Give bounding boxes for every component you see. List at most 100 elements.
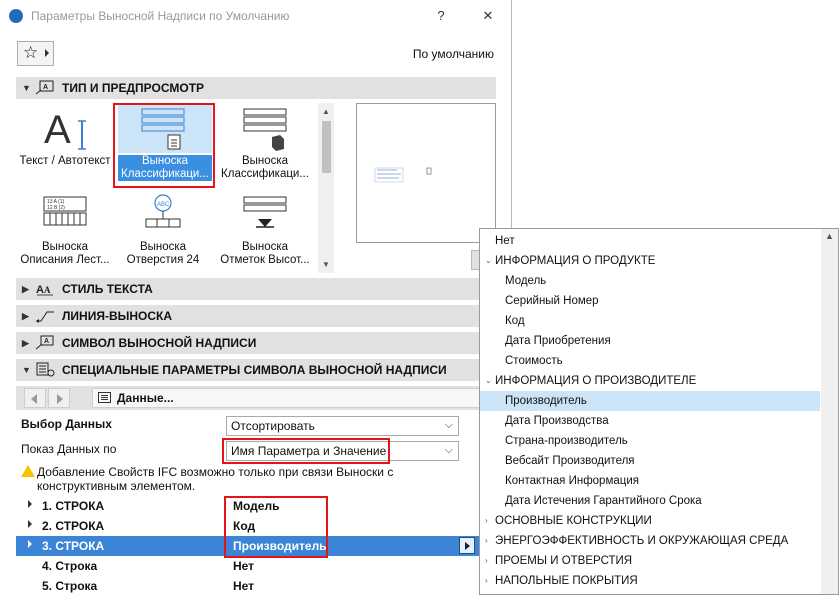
gallery-item-classification-label[interactable]: Выноска Классификаци... bbox=[114, 103, 212, 187]
menu-group[interactable]: ⌄ ИНФОРМАЦИЯ О ПРОИЗВОДИТЕЛЕ bbox=[480, 371, 820, 391]
preview-drawing bbox=[374, 167, 432, 183]
show-by-label: Показ Данных по bbox=[21, 442, 117, 456]
menu-group[interactable]: › НАПОЛЬНЫЕ ПОКРЫТИЯ bbox=[480, 571, 820, 591]
close-button[interactable]: ✕ bbox=[478, 6, 498, 26]
menu-item[interactable]: Нет bbox=[480, 231, 820, 251]
chevron-right-icon: ▶ bbox=[22, 311, 29, 321]
menu-group[interactable]: › ПРОЕМЫ И ОТВЕРСТИЯ bbox=[480, 551, 820, 571]
default-label: По умолчанию bbox=[412, 47, 494, 61]
gallery-item-label: Выноска Отверстия 24 bbox=[126, 241, 200, 266]
gallery-item-text-autotext[interactable]: A Текст / Автотекст bbox=[16, 103, 114, 187]
special-parameters-icon bbox=[36, 362, 55, 377]
chevron-down-icon: ▼ bbox=[22, 365, 31, 375]
chevron-right-icon: ▶ bbox=[22, 284, 29, 294]
chevron-down-icon: ⌄ bbox=[485, 256, 492, 265]
label-type-icon: A bbox=[35, 80, 54, 95]
menu-item[interactable]: Дата Производства bbox=[480, 411, 820, 431]
chevron-right-icon: › bbox=[485, 556, 488, 565]
menu-item[interactable]: Серийный Номер bbox=[480, 291, 820, 311]
menu-group[interactable]: › ОСНОВНЫЕ КОНСТРУКЦИИ bbox=[480, 511, 820, 531]
section-text-style[interactable]: ▶ A A СТИЛЬ ТЕКСТА bbox=[16, 278, 496, 300]
svg-text:ABC: ABC bbox=[157, 202, 170, 208]
table-row-selected[interactable]: 3. СТРОКА Производитель bbox=[16, 536, 496, 556]
arrow-left-icon bbox=[31, 394, 37, 404]
opening-symbol-icon: ABC bbox=[145, 194, 181, 228]
label-type-gallery: A Текст / Автотекст Выноска Классификаци… bbox=[16, 103, 334, 273]
table-row[interactable]: 1. СТРОКА Модель bbox=[16, 496, 496, 516]
gallery-item-label: Выноска Классификаци... bbox=[118, 155, 212, 181]
text-style-icon: A A bbox=[36, 284, 53, 296]
table-row[interactable]: 2. СТРОКА Код bbox=[16, 516, 496, 536]
back-button[interactable] bbox=[24, 388, 46, 408]
gallery-item-label: Выноска Классификаци... bbox=[221, 155, 309, 180]
gallery-scrollbar[interactable]: ▲ ▼ bbox=[318, 103, 334, 273]
menu-item[interactable]: Страна-производитель bbox=[480, 431, 820, 451]
chevron-right-icon[interactable] bbox=[28, 540, 32, 548]
section-label: СИМВОЛ ВЫНОСНОЙ НАДПИСИ bbox=[62, 336, 257, 350]
warning-icon bbox=[21, 465, 35, 477]
parameter-dropdown-menu: Нет ⌄ ИНФОРМАЦИЯ О ПРОДУКТЕ Модель Серийный … bbox=[479, 228, 839, 595]
classification-table-icon bbox=[141, 108, 185, 150]
chevron-right-icon: ▶ bbox=[22, 338, 29, 348]
gallery-item-label: Выноска Описания Лест... bbox=[20, 241, 110, 266]
chevron-right-icon[interactable] bbox=[28, 520, 32, 528]
menu-item[interactable]: Стоимость bbox=[480, 351, 820, 371]
arrow-right-icon bbox=[45, 49, 49, 57]
section-leader-line[interactable]: ▶ ЛИНИЯ-ВЫНОСКА bbox=[16, 305, 496, 327]
menu-item[interactable]: Контактная Информация bbox=[480, 471, 820, 491]
data-toolbar: Данные... bbox=[16, 386, 498, 410]
archicad-logo-icon bbox=[9, 9, 23, 23]
svg-text:A: A bbox=[44, 338, 49, 345]
section-label-symbol[interactable]: ▶ A СИМВОЛ ВЫНОСНОЙ НАДПИСИ bbox=[16, 332, 496, 354]
elevation-marker-icon bbox=[243, 196, 287, 228]
chevron-right-icon: › bbox=[485, 536, 488, 545]
label-default-settings-dialog: Параметры Выносной Надписи по Умолчанию … bbox=[0, 0, 512, 595]
chevron-down-icon: ⌵ bbox=[444, 419, 453, 431]
menu-item[interactable]: Код bbox=[480, 311, 820, 331]
section-label: ЛИНИЯ-ВЫНОСКА bbox=[62, 309, 173, 323]
gallery-item-stair-label[interactable]: 13 A (1) 12 B (2) Выноска Описания Лест.… bbox=[16, 189, 114, 273]
arrow-right-icon bbox=[57, 394, 63, 404]
classification-3d-icon bbox=[243, 108, 287, 151]
chevron-right-icon[interactable] bbox=[28, 500, 32, 508]
value-menu-button[interactable] bbox=[459, 537, 475, 554]
autotext-icon: A bbox=[44, 108, 86, 152]
leader-line-icon bbox=[36, 311, 54, 323]
gallery-item-label: Выноска Отметок Высот... bbox=[220, 241, 310, 266]
menu-item[interactable]: Модель bbox=[480, 271, 820, 291]
menu-group[interactable]: › ЭНЕРГОЭФФЕКТИВНОСТЬ И ОКРУЖАЮЩАЯ СРЕДА bbox=[480, 531, 820, 551]
scroll-down-icon[interactable]: ▼ bbox=[322, 260, 330, 269]
chevron-right-icon: › bbox=[485, 516, 488, 525]
section-label: СПЕЦИАЛЬНЫЕ ПАРАМЕТРЫ СИМВОЛА ВЫНОСНОЙ Н… bbox=[62, 363, 447, 377]
section-special-parameters[interactable]: ▼ СПЕЦИАЛЬНЫЕ ПАРАМЕТРЫ СИМВОЛА ВЫНОСНОЙ… bbox=[16, 359, 496, 381]
scroll-thumb[interactable] bbox=[322, 121, 331, 173]
chevron-down-icon: ▼ bbox=[22, 83, 31, 93]
chevron-right-icon: › bbox=[485, 576, 488, 585]
section-type-preview[interactable]: ▼ A ТИП И ПРЕДПРОСМОТР bbox=[16, 77, 496, 99]
title-bar: Параметры Выносной Надписи по Умолчанию … bbox=[0, 0, 511, 32]
chevron-down-icon: ⌵ bbox=[444, 444, 453, 456]
section-label: ТИП И ПРЕДПРОСМОТР bbox=[62, 81, 205, 95]
svg-text:A: A bbox=[43, 84, 48, 91]
scroll-up-icon[interactable]: ▲ bbox=[322, 107, 330, 116]
menu-item[interactable]: Вебсайт Производителя bbox=[480, 451, 820, 471]
help-button[interactable]: ? bbox=[431, 6, 451, 26]
gallery-item-opening-label[interactable]: ABC Выноска Отверстия 24 bbox=[114, 189, 212, 273]
forward-button[interactable] bbox=[48, 388, 70, 408]
gallery-item-label: Текст / Автотекст bbox=[19, 155, 111, 167]
gallery-item-elevation-label[interactable]: Выноска Отметок Высот... bbox=[216, 189, 314, 273]
data-button[interactable]: Данные... bbox=[92, 388, 498, 408]
data-select-dropdown[interactable]: Отсортировать ⌵ bbox=[226, 416, 459, 436]
table-row[interactable]: 4. Строка Нет bbox=[16, 556, 496, 576]
menu-item[interactable]: Дата Приобретения bbox=[480, 331, 820, 351]
menu-item[interactable]: Дата Истечения Гарантийного Срока bbox=[480, 491, 820, 511]
data-select-label: Выбор Данных bbox=[21, 417, 112, 431]
table-row[interactable]: 5. Строка Нет bbox=[16, 576, 496, 596]
menu-group[interactable]: ⌄ ИНФОРМАЦИЯ О ПРОДУКТЕ bbox=[480, 251, 820, 271]
menu-scrollbar[interactable]: ▲ bbox=[821, 229, 838, 594]
gallery-item-classification-3d-label[interactable]: Выноска Классификаци... bbox=[216, 103, 314, 187]
favorites-button[interactable]: ☆ bbox=[17, 41, 54, 66]
menu-item[interactable]: Производитель bbox=[480, 391, 820, 411]
show-by-dropdown[interactable]: Имя Параметра и Значение ⌵ bbox=[226, 441, 459, 461]
scroll-up-icon[interactable]: ▲ bbox=[825, 231, 834, 241]
